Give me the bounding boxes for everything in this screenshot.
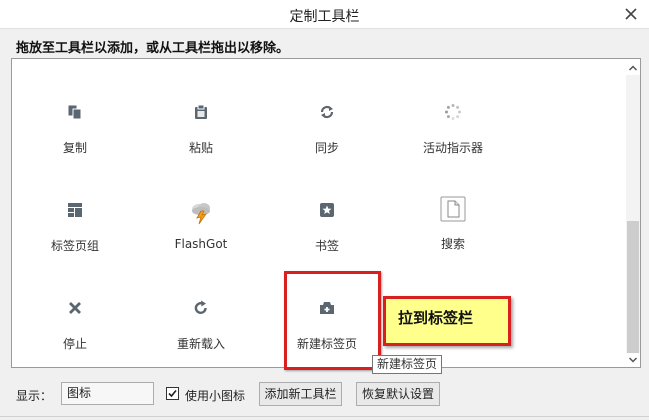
palette-item-copy[interactable]: 复制 xyxy=(25,101,125,156)
show-mode-select[interactable]: 图标 xyxy=(61,382,154,405)
sync-icon xyxy=(316,101,338,123)
flashgot-icon xyxy=(188,199,214,225)
chevron-up-icon xyxy=(628,65,638,71)
close-button[interactable] xyxy=(621,4,641,24)
palette-item-label: 停止 xyxy=(62,337,87,351)
instruction-text: 拖放至工具栏以添加，或从工具栏拖出以移除。 xyxy=(16,41,290,56)
tooltip: 新建标签页 xyxy=(372,355,443,374)
palette-item-paste[interactable]: 粘贴 xyxy=(151,101,251,156)
stop-x-icon xyxy=(64,297,86,319)
palette-item-label: FlashGot xyxy=(174,237,228,251)
palette-item-tab-groups[interactable]: 标签页组 xyxy=(25,199,125,254)
palette-item-label: 重新载入 xyxy=(176,337,225,351)
search-page-icon xyxy=(440,196,466,222)
highlight-frame xyxy=(284,271,381,370)
palette-item-reload[interactable]: 重新载入 xyxy=(151,297,251,352)
palette-item-search[interactable]: 搜索 xyxy=(403,196,503,252)
palette-item-flashgot[interactable]: FlashGot xyxy=(151,199,251,251)
palette-item-label: 书签 xyxy=(314,239,339,253)
title-bar: 定制工具栏 xyxy=(0,0,649,29)
palette-item-label: 搜索 xyxy=(440,237,465,251)
copy-icon xyxy=(64,101,86,123)
palette-item-label: 复制 xyxy=(62,141,87,155)
palette-item-label: 标签页组 xyxy=(50,239,99,253)
activity-indicator-icon xyxy=(442,101,464,123)
show-label: 显示： xyxy=(16,389,53,403)
palette-item-sync[interactable]: 同步 xyxy=(277,101,377,156)
checkmark-icon xyxy=(168,389,177,398)
small-icons-checkbox[interactable] xyxy=(166,387,179,400)
scroll-down-button[interactable] xyxy=(626,353,640,367)
palette-item-label: 活动指示器 xyxy=(422,141,483,155)
scrollbar-thumb[interactable] xyxy=(627,221,639,353)
window-title: 定制工具栏 xyxy=(289,9,360,25)
divider xyxy=(0,416,649,417)
callout-text: 拉到标签栏 xyxy=(398,309,474,327)
restore-defaults-button[interactable]: 恢复默认设置 xyxy=(356,382,440,406)
close-icon xyxy=(625,8,637,20)
annotation-callout: 拉到标签栏 xyxy=(383,296,511,346)
chevron-down-icon xyxy=(628,357,638,363)
tab-groups-icon xyxy=(64,199,86,221)
palette-item-label: 同步 xyxy=(314,141,339,155)
palette-item-stop[interactable]: 停止 xyxy=(25,297,125,352)
palette-item-bookmarks[interactable]: 书签 xyxy=(277,199,377,254)
bookmark-star-icon xyxy=(316,199,338,221)
palette-item-label: 粘贴 xyxy=(188,141,213,155)
scroll-up-button[interactable] xyxy=(626,61,640,75)
paste-icon xyxy=(190,101,212,123)
add-toolbar-button[interactable]: 添加新工具栏 xyxy=(259,382,342,406)
reload-icon xyxy=(190,297,212,319)
small-icons-label[interactable]: 使用小图标 xyxy=(185,387,245,404)
palette-item-activity-indicator[interactable]: 活动指示器 xyxy=(403,101,503,156)
